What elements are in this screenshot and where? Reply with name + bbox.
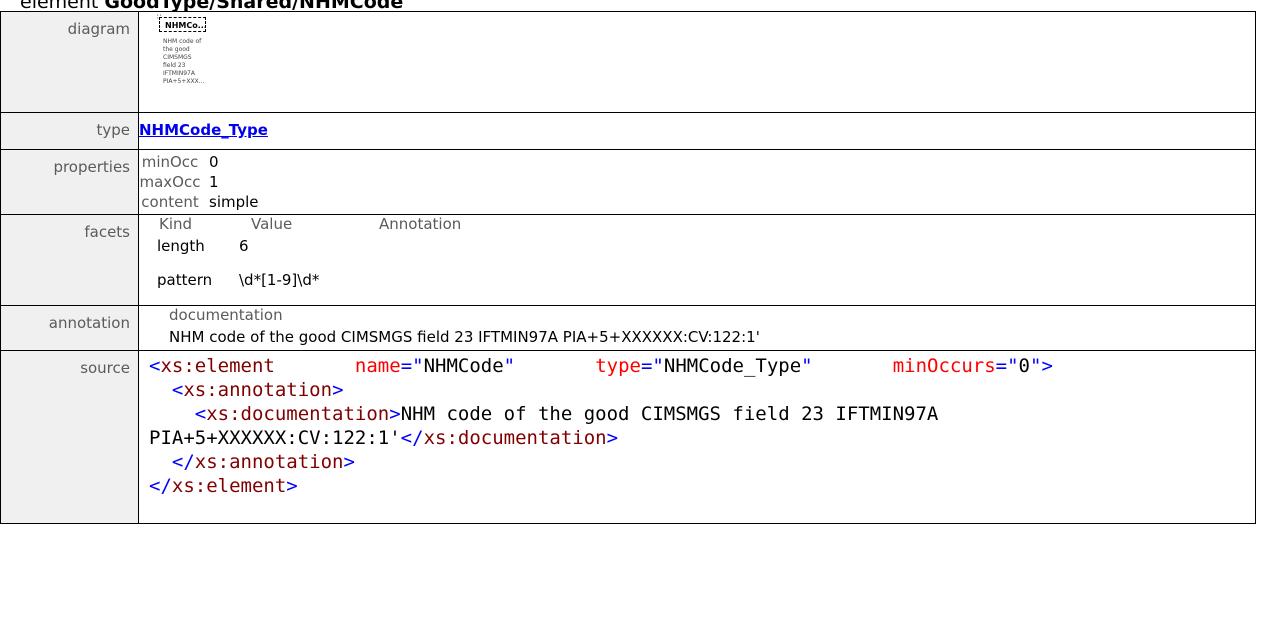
src-attr: name <box>354 355 401 377</box>
element-doc-table: diagram ∷ NHMCo... NHM code of the good … <box>0 11 1256 524</box>
src-tag: xs:documentation <box>423 427 607 449</box>
row-properties: properties minOcc 0 maxOcc 1 content sim… <box>0 149 1256 215</box>
src-attr-value: 0 <box>1018 355 1030 377</box>
facets-header-kind: Kind <box>159 215 193 233</box>
src-attr: type <box>595 355 641 377</box>
label-diagram: diagram <box>0 11 139 113</box>
label-type: type <box>0 112 139 150</box>
src-tag: xs:annotation <box>194 451 344 473</box>
type-cell: NHMCode_Type <box>138 112 1256 150</box>
facets-table: Kind Value Annotation length 6 pattern \… <box>139 215 1255 304</box>
src-text: NHM code of the good CIMSMGS field 23 IF… <box>400 403 939 425</box>
label-properties: properties <box>0 149 139 215</box>
facets-header-value: Value <box>251 215 293 233</box>
facet-value: 6 <box>239 237 249 255</box>
diagram-cell: ∷ NHMCo... NHM code of the good CIMSMGS … <box>138 11 1256 113</box>
facet-kind: length <box>157 237 205 255</box>
diagram-doc-line: CIMSMGS <box>163 54 192 61</box>
diagram-element-box[interactable]: NHMCo... <box>159 17 207 32</box>
diagram-doc-line: the good <box>163 46 190 53</box>
src-attr-value: NHMCode <box>423 355 504 377</box>
property-value: 1 <box>209 173 219 191</box>
property-value: simple <box>209 193 259 211</box>
source-cell: <xs:element name="NHMCode" type="NHMCode… <box>138 350 1256 524</box>
src-tag: xs:documentation <box>206 403 390 425</box>
label-facets: facets <box>0 214 139 306</box>
label-source: source <box>0 350 139 524</box>
annotation-key: documentation <box>169 306 283 324</box>
src-attr: minOccurs <box>892 355 996 377</box>
diagram-doc-line: IFTMIN97A <box>163 70 195 77</box>
row-facets: facets Kind Value Annotation length 6 pa… <box>0 214 1256 306</box>
properties-cell: minOcc 0 maxOcc 1 content simple <box>138 149 1256 215</box>
properties-grid: minOcc 0 maxOcc 1 content simple <box>139 152 1255 212</box>
row-type: type NHMCode_Type <box>0 112 1256 150</box>
diagram-doc-line: PIA+5+XXX... <box>163 78 205 85</box>
property-key: maxOcc <box>139 173 201 191</box>
diagram-doc-line: field 23 <box>163 62 186 69</box>
facet-kind: pattern <box>157 271 213 289</box>
facets-header-annotation: Annotation <box>379 215 462 233</box>
row-diagram: diagram ∷ NHMCo... NHM code of the good … <box>0 11 1256 113</box>
source-code: <xs:element name="NHMCode" type="NHMCode… <box>149 355 1053 497</box>
label-annotation: annotation <box>0 305 139 351</box>
src-tag: xs:element <box>160 355 275 377</box>
src-tag: xs:element <box>171 475 287 497</box>
property-key: minOcc <box>141 153 199 171</box>
row-annotation: annotation documentation NHM code of the… <box>0 305 1256 351</box>
src-tag: xs:annotation <box>183 379 333 401</box>
annotation-content: documentation NHM code of the good CIMSM… <box>139 306 1255 349</box>
diagram-doc-line: NHM code of <box>163 38 202 45</box>
property-key: content <box>141 193 199 211</box>
property-value: 0 <box>209 153 219 171</box>
row-source: source <xs:element name="NHMCode" type="… <box>0 350 1256 524</box>
src-attr-value: NHMCode_Type <box>663 355 802 377</box>
facet-value: \d*[1-9]\d* <box>239 271 320 289</box>
facets-cell: Kind Value Annotation length 6 pattern \… <box>138 214 1256 306</box>
diagram-documentation: NHM code of the good CIMSMGS field 23 IF… <box>163 38 223 86</box>
annotation-cell: documentation NHM code of the good CIMSM… <box>138 305 1256 351</box>
annotation-text: NHM code of the good CIMSMGS field 23 IF… <box>169 328 760 346</box>
src-text: PIA+5+XXXXXX:CV:122:1' <box>149 427 401 449</box>
type-link[interactable]: NHMCode_Type <box>139 121 268 139</box>
